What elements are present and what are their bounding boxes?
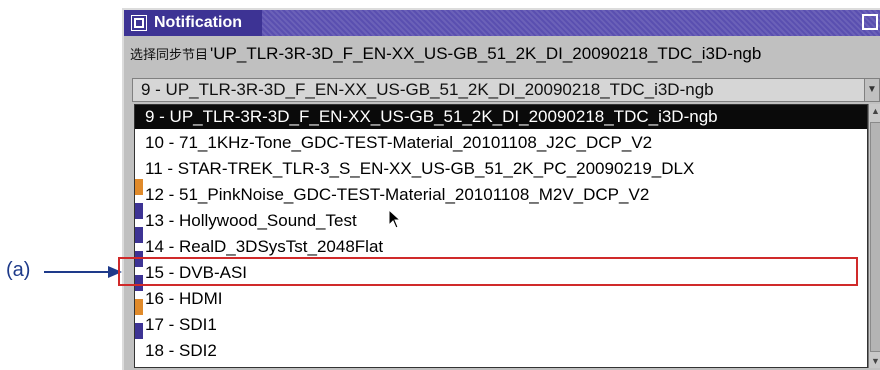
- mouse-cursor-icon: [388, 209, 402, 229]
- list-item[interactable]: 9 - UP_TLR-3R-3D_F_EN-XX_US-GB_51_2K_DI_…: [135, 105, 867, 129]
- maximize-icon[interactable]: [862, 14, 878, 30]
- title-bar[interactable]: Notification: [124, 10, 880, 36]
- highlight-box: [118, 257, 858, 286]
- window-title: Notification: [154, 14, 242, 31]
- scroll-thumb[interactable]: [870, 122, 880, 352]
- window-menu-icon[interactable]: [132, 16, 146, 30]
- list-item[interactable]: 10 - 71_1KHz-Tone_GDC-TEST-Material_2010…: [135, 131, 867, 155]
- list-scrollbar[interactable]: ▲ ▼: [868, 104, 880, 368]
- program-select-value: 9 - UP_TLR-3R-3D_F_EN-XX_US-GB_51_2K_DI_…: [141, 80, 714, 99]
- program-dropdown-list[interactable]: 9 - UP_TLR-3R-3D_F_EN-XX_US-GB_51_2K_DI_…: [134, 104, 868, 368]
- chevron-down-icon[interactable]: ▼: [864, 79, 879, 101]
- sync-label: 选择同步节目: [130, 47, 209, 62]
- title-box: Notification: [124, 10, 262, 36]
- callout-annotation: (a): [6, 256, 126, 288]
- list-item[interactable]: 11 - STAR-TREK_TLR-3_S_EN-XX_US-GB_51_2K…: [135, 157, 867, 181]
- arrow-right-icon: [44, 266, 122, 278]
- sync-row: 选择同步节目 'UP_TLR-3R-3D_F_EN-XX_US-GB_51_2K_…: [130, 44, 880, 68]
- list-item[interactable]: 18 - SDI2: [135, 339, 867, 363]
- list-item[interactable]: 14 - RealD_3DSysTst_2048Flat: [135, 235, 867, 259]
- sync-value: 'UP_TLR-3R-3D_F_EN-XX_US-GB_51_2K_DI_200…: [210, 44, 762, 63]
- notification-window: Notification 选择同步节目 'UP_TLR-3R-3D_F_EN-XX…: [122, 8, 880, 370]
- list-item[interactable]: 13 - Hollywood_Sound_Test: [135, 209, 867, 233]
- list-item[interactable]: 12 - 51_PinkNoise_GDC-TEST-Material_2010…: [135, 183, 867, 207]
- list-item[interactable]: 17 - SDI1: [135, 313, 867, 337]
- program-select[interactable]: 9 - UP_TLR-3R-3D_F_EN-XX_US-GB_51_2K_DI_…: [132, 78, 880, 102]
- scroll-up-icon[interactable]: ▲: [869, 104, 880, 118]
- scroll-down-icon[interactable]: ▼: [869, 354, 880, 368]
- list-item[interactable]: 16 - HDMI: [135, 287, 867, 311]
